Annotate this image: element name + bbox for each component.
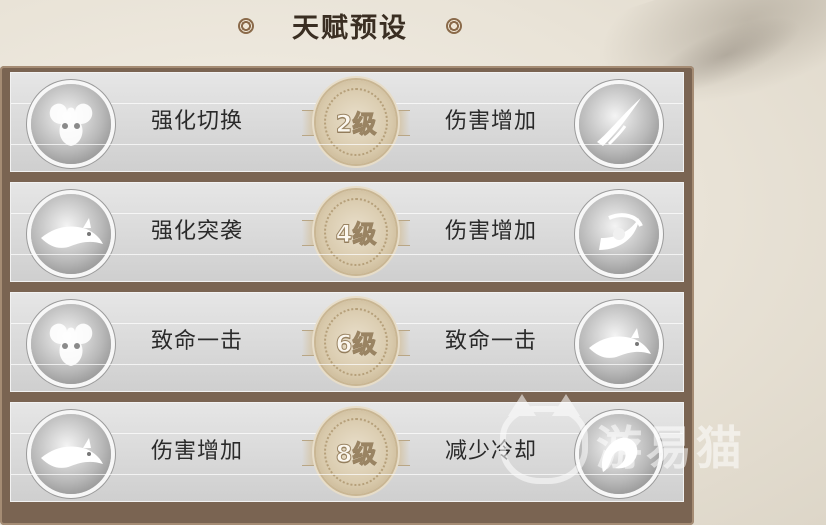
dragon-dash-icon[interactable] bbox=[31, 194, 111, 274]
left-talent-label: 致命一击 bbox=[151, 329, 244, 354]
whirl-strike-icon[interactable] bbox=[579, 194, 659, 274]
header: 天赋预设 bbox=[0, 6, 700, 45]
level-text: 6级 bbox=[335, 330, 377, 359]
level-text: 4级 bbox=[335, 220, 377, 249]
level-text: 8级 bbox=[335, 440, 377, 469]
ornament-left-icon bbox=[238, 17, 254, 34]
level-medal: 6级 bbox=[302, 294, 410, 390]
talent-row-level-4[interactable]: 强化突袭 4级 伤害增加 bbox=[10, 182, 684, 282]
right-talent-label: 致命一击 bbox=[445, 329, 538, 354]
ram-horn-icon[interactable] bbox=[31, 84, 111, 164]
watermark-text: 游易猫 bbox=[596, 421, 746, 475]
ornament-right-icon bbox=[446, 17, 462, 34]
level-text: 2级 bbox=[335, 110, 377, 139]
right-talent-label: 伤害增加 bbox=[445, 219, 538, 244]
page-title: 天赋预设 bbox=[292, 13, 408, 44]
ram-horn-icon[interactable] bbox=[31, 304, 111, 384]
talent-row-level-2[interactable]: 强化切换 2级 伤害增加 bbox=[10, 72, 684, 172]
watermark: 游易猫 bbox=[500, 394, 746, 484]
dragon-dash-icon[interactable] bbox=[579, 304, 659, 384]
right-talent-label: 伤害增加 bbox=[445, 109, 538, 134]
cat-logo-icon bbox=[500, 394, 588, 484]
dragon-dash-icon[interactable] bbox=[31, 414, 111, 494]
level-medal: 2级 bbox=[302, 74, 410, 170]
level-medal: 4级 bbox=[302, 184, 410, 280]
left-talent-label: 伤害增加 bbox=[151, 439, 244, 464]
left-talent-label: 强化切换 bbox=[151, 109, 244, 134]
talent-row-level-6[interactable]: 致命一击 6级 致命一击 bbox=[10, 292, 684, 392]
left-talent-label: 强化突袭 bbox=[151, 219, 244, 244]
slash-strike-icon[interactable] bbox=[579, 84, 659, 164]
level-medal: 8级 bbox=[302, 404, 410, 500]
